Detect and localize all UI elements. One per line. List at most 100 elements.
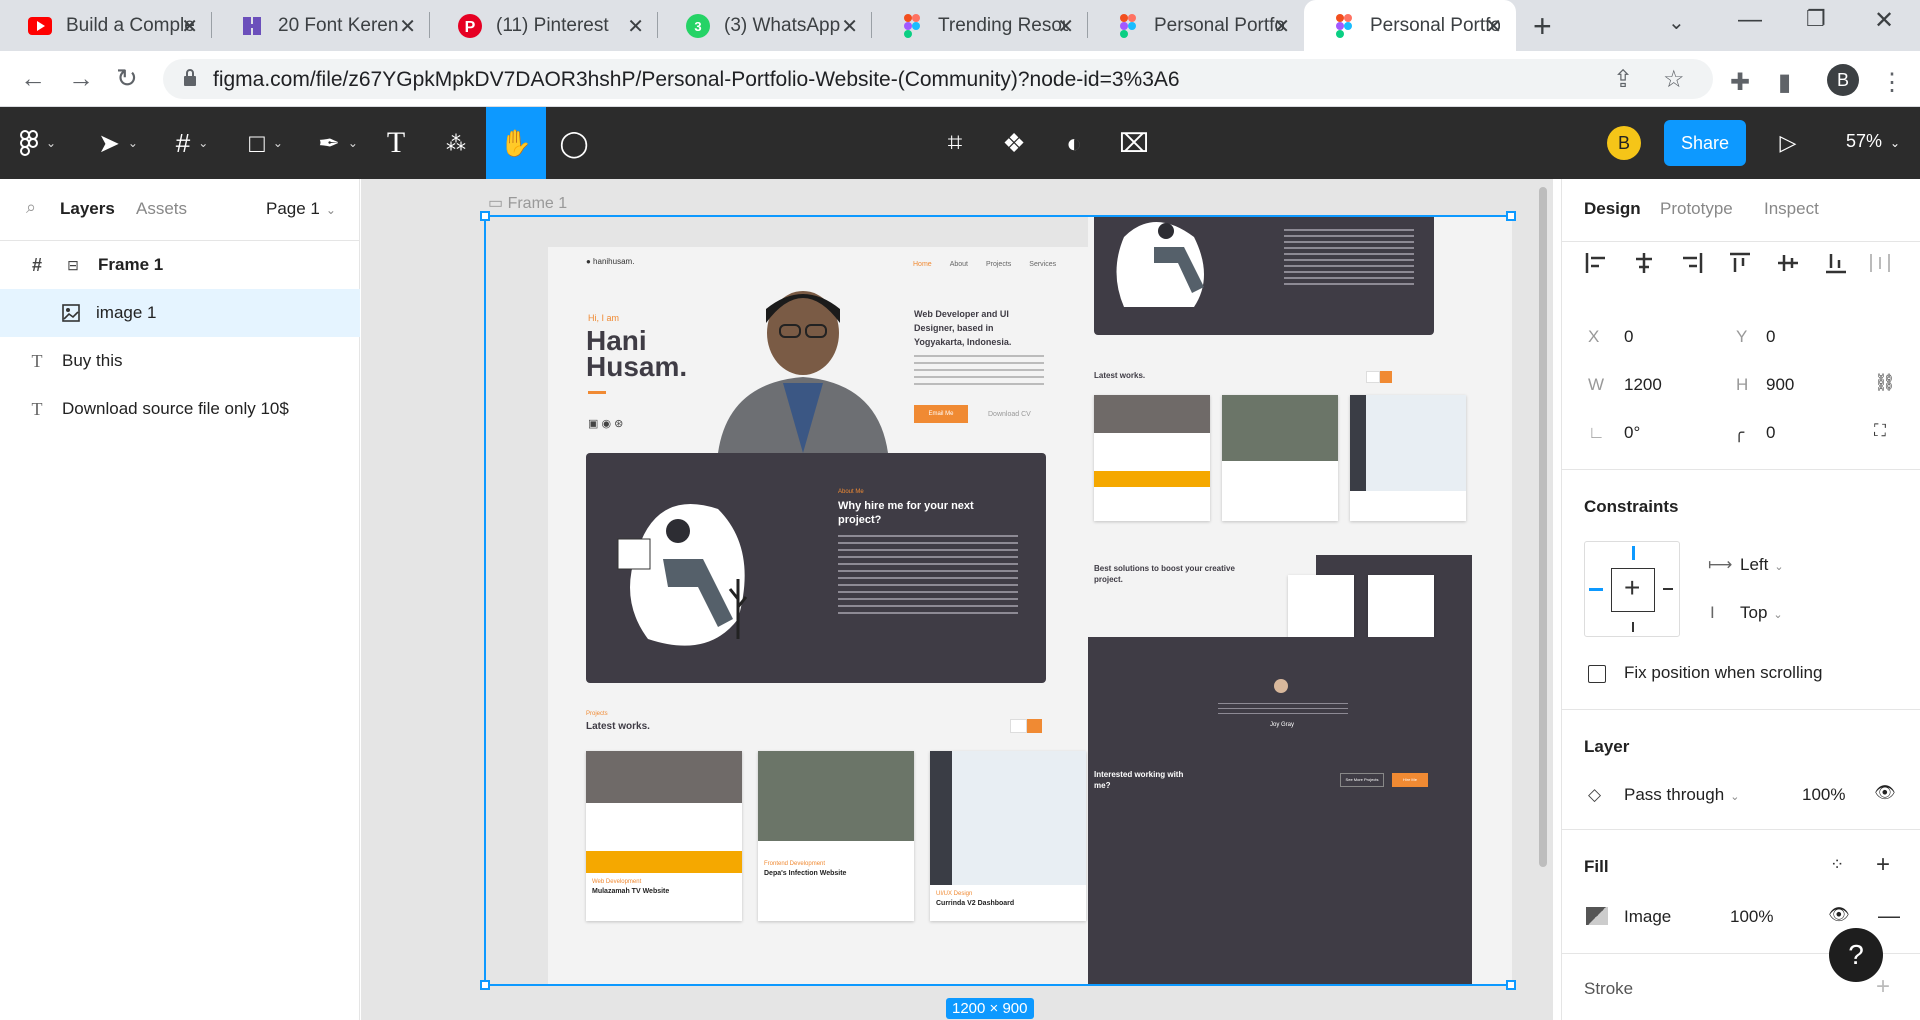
resize-handle-br[interactable] (1506, 980, 1516, 990)
browser-tab-4[interactable]: 3 (3) WhatsApp ✕ (658, 0, 872, 51)
resize-handle-tl[interactable] (480, 211, 490, 221)
browser-tab-strip: Build a Comple ✕ 20 Font Keren ✕ P (11) … (0, 0, 1920, 51)
restore-icon[interactable]: ❐ (1806, 6, 1826, 32)
extensions-icon[interactable]: ✚ (1730, 68, 1750, 97)
align-right-icon[interactable] (1680, 251, 1704, 275)
add-stroke-icon[interactable]: + (1876, 973, 1890, 1001)
mask-button[interactable]: ◐ (1054, 107, 1094, 179)
text-layer-icon: T (31, 350, 43, 371)
align-left-icon[interactable] (1584, 251, 1608, 275)
layer-name: Download source file only 10$ (62, 399, 289, 418)
tab-design[interactable]: Design (1584, 199, 1641, 219)
new-tab-button[interactable]: + (1533, 8, 1552, 45)
fix-position-checkbox[interactable] (1588, 665, 1606, 683)
layer-image-1[interactable]: image 1 (0, 289, 360, 337)
horizontal-constraint-select[interactable]: Left ⌄ (1740, 555, 1784, 575)
fill-type-label[interactable]: Image (1624, 907, 1671, 927)
close-tab-icon[interactable]: ✕ (1273, 14, 1290, 39)
back-icon[interactable]: ← (20, 63, 46, 94)
browser-tab-6[interactable]: Personal Portfo ✕ (1088, 0, 1304, 51)
tab-assets[interactable]: Assets (136, 199, 187, 219)
browser-tab-2[interactable]: 20 Font Keren ✕ (212, 0, 430, 51)
crop-button[interactable]: ⌧ (1114, 107, 1154, 179)
menu-icon[interactable]: ⋮ (1880, 68, 1904, 97)
tab-layers[interactable]: Layers (60, 199, 115, 219)
url-field[interactable]: figma.com/file/z67YGpkMpkDV7DAOR3hshP/Pe… (163, 59, 1713, 99)
hand-tool-button[interactable]: ✋ (486, 107, 546, 179)
add-fill-icon[interactable]: + (1876, 851, 1890, 879)
shape-tool-button[interactable]: □ ⌄ (238, 107, 294, 179)
align-bottom-icon[interactable] (1824, 251, 1848, 275)
selected-frame[interactable]: ● hanihusam. Home About Projects Service… (480, 211, 1516, 990)
user-avatar[interactable]: B (1607, 126, 1641, 160)
fill-opacity-input[interactable]: 100% (1730, 907, 1773, 927)
fill-image-swatch-icon[interactable] (1586, 907, 1608, 925)
help-button[interactable]: ? (1829, 928, 1883, 982)
align-center-v-icon[interactable] (1776, 251, 1800, 275)
frame-label[interactable]: ▭ Frame 1 (488, 193, 567, 213)
height-input[interactable]: 900 (1766, 375, 1794, 395)
youtube-icon (28, 14, 52, 38)
layer-download-source[interactable]: T Download source file only 10$ (0, 385, 360, 433)
pen-tool-button[interactable]: ✒ ⌄ (310, 107, 366, 179)
page-selector[interactable]: Page 1 ⌄ (266, 199, 336, 219)
close-tab-icon[interactable]: ✕ (627, 14, 644, 39)
close-window-icon[interactable]: ✕ (1874, 6, 1894, 35)
constrain-proportions-icon[interactable]: ⛓ (1874, 373, 1896, 393)
x-input[interactable]: 0 (1624, 327, 1633, 347)
present-button[interactable]: ▷ (1770, 107, 1806, 179)
tab-search-icon[interactable]: ⌄ (1668, 10, 1685, 35)
close-tab-icon[interactable]: ✕ (1057, 14, 1074, 39)
frame-selection-button[interactable]: ⌗ (935, 107, 975, 179)
canvas[interactable]: ▭ Frame 1 ● hanihusam. Home About Projec… (361, 179, 1553, 1020)
tab-prototype[interactable]: Prototype (1660, 199, 1733, 219)
profile-avatar[interactable]: B (1827, 64, 1859, 96)
canvas-scrollbar[interactable] (1539, 187, 1547, 867)
browser-tab-1[interactable]: Build a Comple ✕ (0, 0, 212, 51)
bookmark-star-icon[interactable]: ☆ (1663, 65, 1685, 94)
forward-icon[interactable]: → (68, 63, 94, 94)
move-tool-button[interactable]: ➤ ⌄ (90, 107, 146, 179)
layer-opacity-input[interactable]: 100% (1802, 785, 1845, 805)
share-button[interactable]: Share (1664, 120, 1746, 166)
vertical-constraint-select[interactable]: Top ⌄ (1740, 603, 1783, 623)
comment-tool-button[interactable]: ◯ (554, 107, 594, 179)
y-input[interactable]: 0 (1766, 327, 1775, 347)
browser-tab-5[interactable]: Trending Resou ✕ (872, 0, 1088, 51)
fill-styles-icon[interactable]: ⁘ (1830, 855, 1844, 875)
rotation-input[interactable]: 0° (1624, 423, 1640, 443)
browser-tab-3[interactable]: P (11) Pinterest ✕ (430, 0, 658, 51)
distribute-icon[interactable] (1868, 251, 1892, 275)
close-tab-icon[interactable]: ✕ (399, 14, 416, 39)
close-tab-icon[interactable]: ✕ (181, 14, 198, 39)
visibility-eye-icon[interactable]: 👁 (1874, 783, 1896, 803)
zoom-dropdown[interactable]: 57% ⌄ (1846, 131, 1900, 152)
resize-handle-tr[interactable] (1506, 211, 1516, 221)
browser-tab-7-active[interactable]: Personal Portfo ✕ (1304, 0, 1516, 51)
sidepanel-icon[interactable]: ▮ (1778, 68, 1791, 97)
layer-frame-1[interactable]: # ⊟ Frame 1 (0, 241, 360, 289)
independent-corners-icon[interactable]: ⛶ (1874, 421, 1886, 441)
fill-visibility-eye-icon[interactable]: 👁 (1828, 905, 1850, 925)
resources-button[interactable]: ⁂ (436, 107, 476, 179)
tab-inspect[interactable]: Inspect (1764, 199, 1819, 219)
create-component-button[interactable]: ❖ (994, 107, 1034, 179)
close-tab-icon[interactable]: ✕ (841, 14, 858, 39)
minimize-icon[interactable]: — (1738, 6, 1762, 34)
width-input[interactable]: 1200 (1624, 375, 1662, 395)
constraints-widget[interactable]: + (1584, 541, 1680, 637)
reload-icon[interactable]: ↻ (116, 63, 138, 94)
remove-fill-icon[interactable]: — (1878, 903, 1900, 929)
blend-mode-select[interactable]: Pass through ⌄ (1624, 785, 1739, 805)
corner-radius-input[interactable]: 0 (1766, 423, 1775, 443)
resize-handle-bl[interactable] (480, 980, 490, 990)
share-icon[interactable]: ⇪ (1613, 65, 1633, 94)
search-icon[interactable]: ⌕ (26, 197, 36, 218)
layer-buy-this[interactable]: T Buy this (0, 337, 360, 385)
main-menu-button[interactable]: ⌄ (10, 107, 66, 179)
frame-tool-button[interactable]: # ⌄ (164, 107, 220, 179)
text-tool-button[interactable]: T (376, 107, 416, 179)
close-tab-icon[interactable]: ✕ (1485, 14, 1502, 39)
align-center-h-icon[interactable] (1632, 251, 1656, 275)
align-top-icon[interactable] (1728, 251, 1752, 275)
